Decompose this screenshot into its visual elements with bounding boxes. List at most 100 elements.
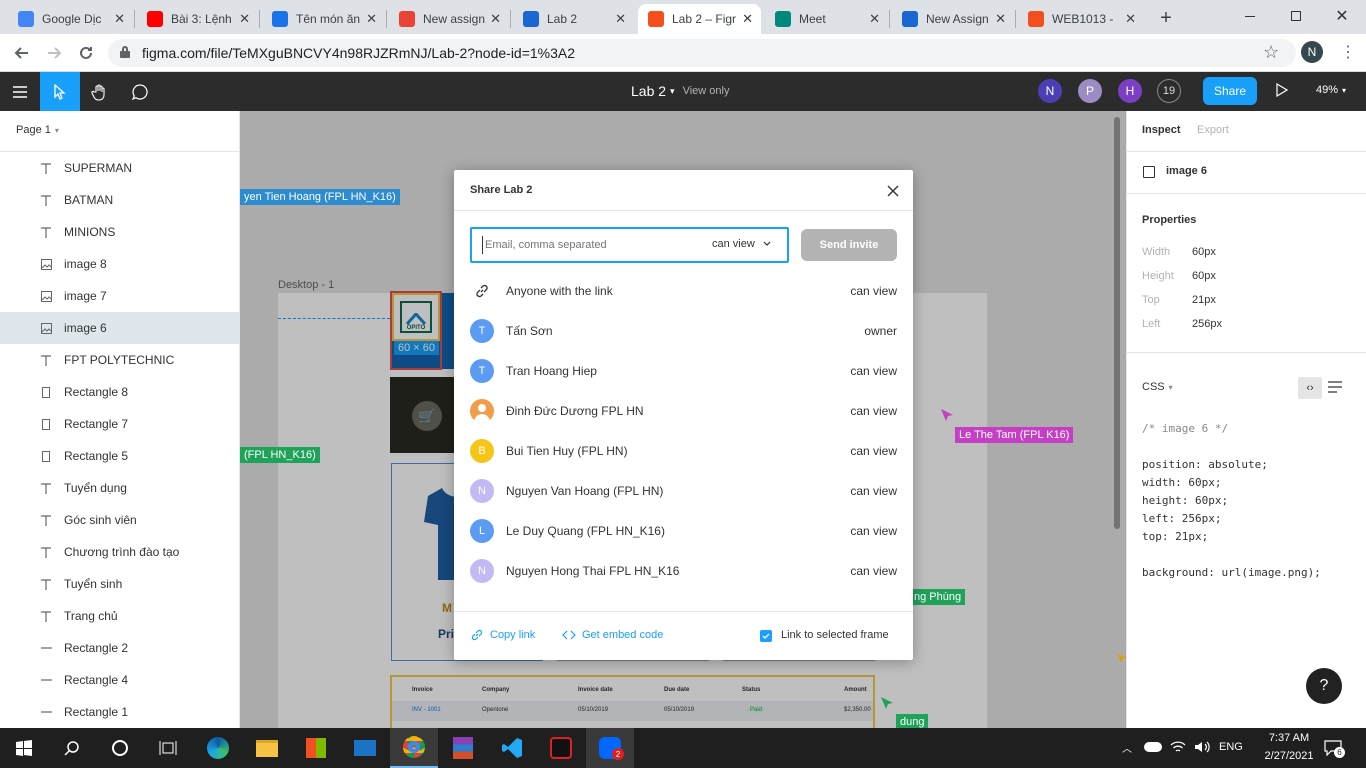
browser-tab[interactable]: Meet ✕ (765, 4, 888, 34)
copy-link-button[interactable]: Copy link (470, 628, 535, 642)
page-selector[interactable]: Page 1 ▾ (16, 124, 59, 136)
zoom-menu[interactable]: 49% ▾ (1316, 84, 1346, 96)
member-row[interactable]: N Nguyen Hong Thai FPL HN_K16 can view (470, 551, 897, 591)
permission-dropdown[interactable]: can view (712, 238, 771, 250)
taskbar-store[interactable] (292, 728, 340, 768)
tab-close-icon[interactable]: ✕ (114, 11, 125, 27)
task-view-button[interactable] (144, 728, 192, 768)
layer-item[interactable]: Rectangle 4 (0, 664, 240, 696)
layer-item[interactable]: image 6 (0, 312, 240, 344)
hand-tool-button[interactable] (80, 72, 120, 111)
member-role[interactable]: can view (850, 484, 897, 498)
collaborator-avatar[interactable]: H (1118, 79, 1142, 103)
help-button[interactable]: ? (1306, 668, 1342, 704)
main-menu-button[interactable] (0, 72, 40, 111)
browser-tab[interactable]: Bài 3: Lệnh ✕ (137, 4, 258, 34)
collaborator-avatar[interactable]: N (1038, 79, 1062, 103)
minimize-button[interactable] (1230, 4, 1270, 28)
layer-item[interactable]: MINIONS (0, 216, 240, 248)
member-row[interactable]: B Bui Tien Huy (FPL HN) can view (470, 431, 897, 471)
layer-item[interactable]: image 7 (0, 280, 240, 312)
layer-item[interactable]: BATMAN (0, 184, 240, 216)
cortana-button[interactable] (96, 728, 144, 768)
reload-button[interactable] (73, 40, 99, 66)
browser-tab[interactable]: Google Dịc ✕ (8, 4, 133, 34)
tab-close-icon[interactable]: ✕ (490, 11, 501, 27)
member-role[interactable]: can view (850, 404, 897, 418)
layer-item[interactable]: Trang chủ (0, 600, 240, 632)
tab-close-icon[interactable]: ✕ (995, 11, 1006, 27)
start-button[interactable] (0, 728, 48, 768)
tab-close-icon[interactable]: ✕ (366, 11, 377, 27)
member-row[interactable]: Anyone with the link can view (470, 271, 897, 311)
wifi-icon[interactable] (1170, 740, 1186, 754)
move-tool-button[interactable] (40, 72, 80, 111)
browser-tab[interactable]: WEB1013 - ✕ (1018, 4, 1144, 34)
taskbar-edge[interactable] (194, 728, 242, 768)
layer-item[interactable]: FPT POLYTECHNIC (0, 344, 240, 376)
tab-inspect[interactable]: Inspect (1142, 124, 1181, 136)
viewer-count-badge[interactable]: 19 (1157, 79, 1181, 103)
language-indicator[interactable]: ENG (1219, 741, 1243, 753)
member-role[interactable]: can view (850, 564, 897, 578)
taskbar-mail[interactable] (341, 728, 389, 768)
onedrive-icon[interactable] (1144, 742, 1162, 752)
tab-close-icon[interactable]: ✕ (742, 11, 753, 27)
taskbar-zalo[interactable]: 2 (586, 728, 634, 768)
tab-close-icon[interactable]: ✕ (239, 11, 250, 27)
embed-code-button[interactable]: Get embed code (562, 628, 663, 642)
member-row[interactable]: Đinh Đức Dương FPL HN can view (470, 391, 897, 431)
layer-item[interactable]: image 8 (0, 248, 240, 280)
clock-date[interactable]: 2/27/2021 (1258, 750, 1320, 762)
tray-chevron-up-icon[interactable]: ︿ (1122, 740, 1132, 755)
layer-item[interactable]: Rectangle 5 (0, 440, 240, 472)
layer-item[interactable]: Rectangle 2 (0, 632, 240, 664)
member-role[interactable]: can view (850, 284, 897, 298)
back-button[interactable] (9, 40, 35, 66)
taskbar-vscode[interactable] (488, 728, 536, 768)
layer-item[interactable]: Rectangle 1 (0, 696, 240, 728)
restore-button[interactable] (1276, 4, 1316, 28)
profile-avatar[interactable]: N (1301, 41, 1323, 63)
taskbar-chrome[interactable] (390, 728, 438, 768)
browser-tab[interactable]: New Assign ✕ (892, 4, 1014, 34)
layer-item[interactable]: Tuyển dụng (0, 472, 240, 504)
layer-item[interactable]: Rectangle 7 (0, 408, 240, 440)
member-role[interactable]: can view (850, 524, 897, 538)
browser-tab[interactable]: New assign ✕ (389, 4, 509, 34)
member-row[interactable]: T Tấn Sơn owner (470, 311, 897, 351)
taskbar-file-explorer[interactable] (243, 728, 291, 768)
list-view-icon[interactable] (1328, 381, 1342, 393)
taskbar-garena[interactable] (537, 728, 585, 768)
layer-item[interactable]: Tuyển sinh (0, 568, 240, 600)
close-dialog-button[interactable] (883, 181, 903, 201)
tab-close-icon[interactable]: ✕ (869, 11, 880, 27)
layer-item[interactable]: Góc sinh viên (0, 504, 240, 536)
bookmark-star-icon[interactable]: ☆ (1263, 42, 1279, 63)
css-language-menu[interactable]: CSS ▾ (1142, 381, 1173, 393)
volume-icon[interactable] (1194, 740, 1210, 754)
code-view-button[interactable]: ‹› (1298, 377, 1322, 399)
link-frame-checkbox[interactable] (760, 630, 772, 642)
tab-export[interactable]: Export (1197, 124, 1229, 136)
comment-tool-button[interactable] (120, 72, 160, 111)
clock-time[interactable]: 7:37 AM (1258, 732, 1320, 744)
collaborator-avatar[interactable]: P (1078, 79, 1102, 103)
taskbar-winrar[interactable] (439, 728, 487, 768)
tab-close-icon[interactable]: ✕ (615, 11, 626, 27)
search-button[interactable] (48, 728, 96, 768)
close-window-button[interactable]: ✕ (1322, 4, 1362, 28)
layer-item[interactable]: Rectangle 8 (0, 376, 240, 408)
member-role[interactable]: can view (850, 444, 897, 458)
new-tab-button[interactable]: + (1154, 6, 1178, 30)
layer-item[interactable]: Chương trình đào tạo (0, 536, 240, 568)
member-row[interactable]: T Tran Hoang Hiep can view (470, 351, 897, 391)
send-invite-button[interactable]: Send invite (801, 229, 897, 261)
browser-menu-icon[interactable]: ⋮ (1340, 42, 1356, 62)
browser-tab[interactable]: Lab 2 ✕ (513, 4, 634, 34)
member-row[interactable]: N Nguyen Van Hoang (FPL HN) can view (470, 471, 897, 511)
forward-button[interactable] (41, 40, 67, 66)
email-input[interactable] (482, 236, 692, 254)
file-title[interactable]: Lab 2 ▾ View only (631, 83, 729, 99)
member-role[interactable]: owner (864, 324, 897, 338)
